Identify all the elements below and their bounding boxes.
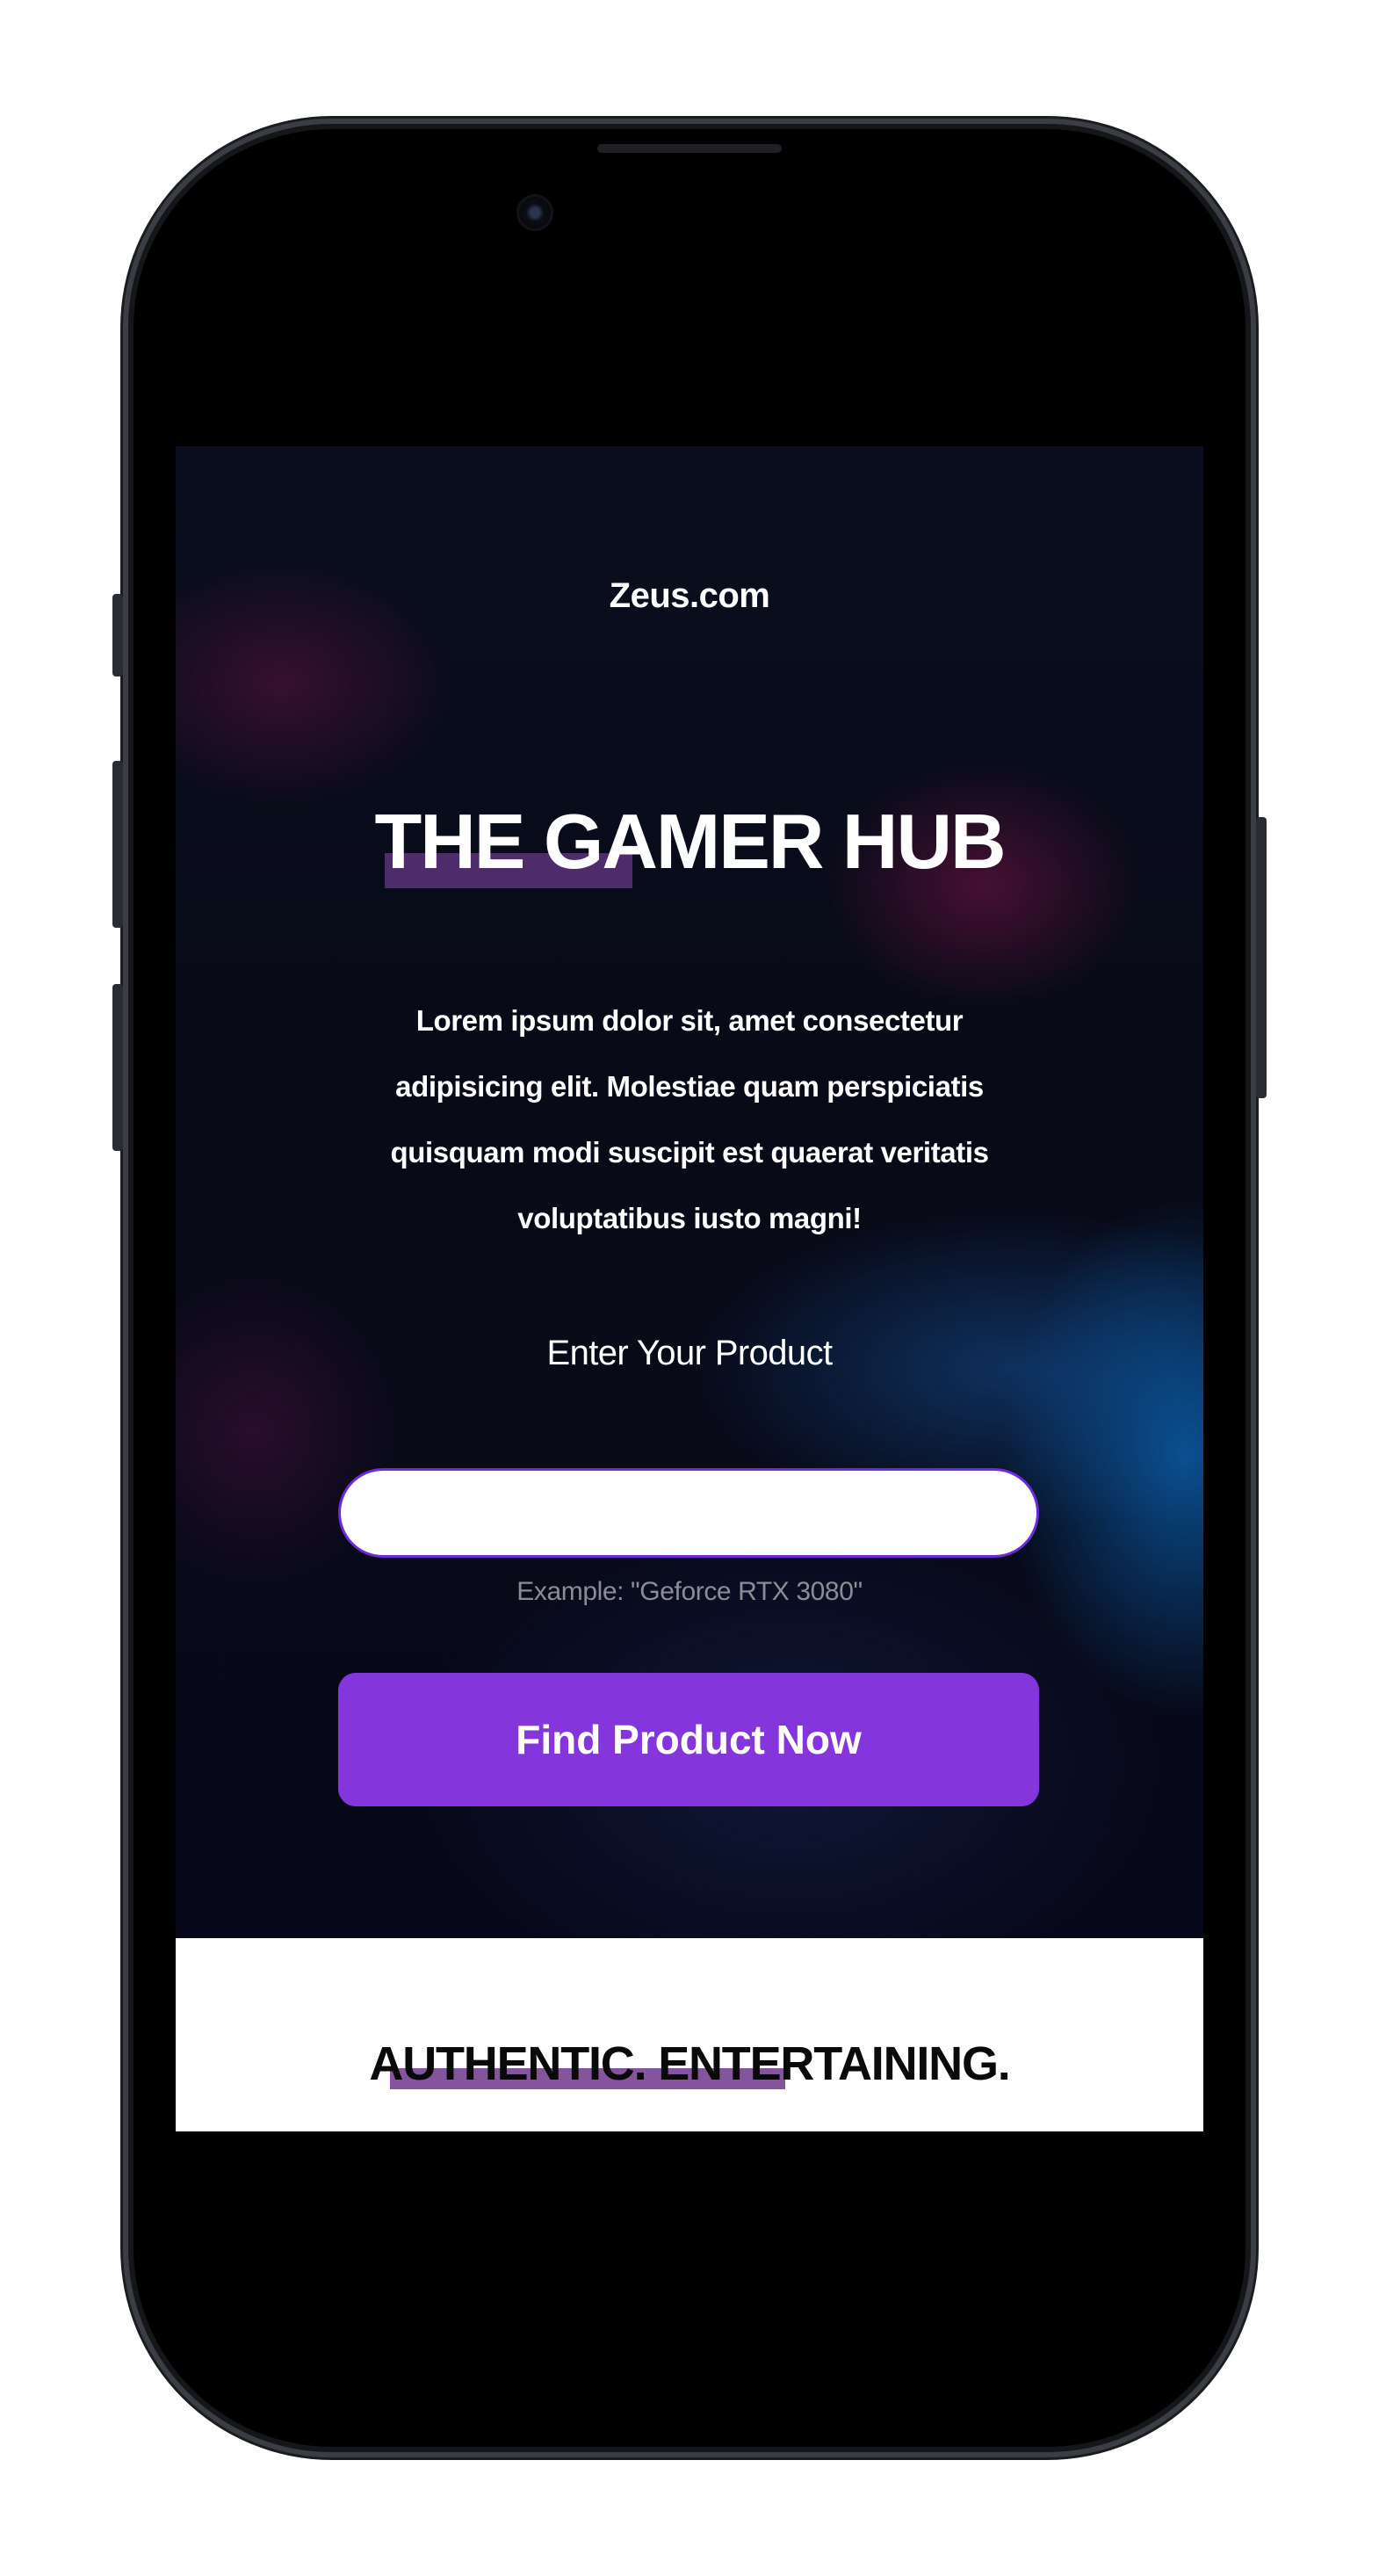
power-button [1256,817,1267,1098]
product-field-label: Enter Your Product [546,1334,834,1372]
find-product-button[interactable]: Find Product Now [338,1673,1039,1806]
hero-description: Lorem ipsum dolor sit, amet consectetur … [390,1004,989,1234]
earpiece-speaker [597,144,782,153]
tagline-section: AUTHENTIC. ENTERTAINING. [176,1938,1203,2131]
action-button [112,594,123,677]
product-search-input[interactable] [338,1468,1039,1558]
hero-section: Zeus.com THE GAMER HUB Lorem ipsum dolor… [176,446,1203,1938]
front-camera-icon [516,194,553,231]
page-title: THE GAMER HUB [374,798,1006,885]
volume-up-button [112,761,123,928]
hero-title-block: THE GAMER HUB [176,793,1203,899]
product-input-hint: Example: "Geforce RTX 3080" [516,1577,863,1606]
section-tagline: AUTHENTIC. ENTERTAINING. [369,2037,1010,2090]
brand-logo[interactable]: Zeus.com [176,576,1203,616]
screen: Zeus.com THE GAMER HUB Lorem ipsum dolor… [176,446,1203,2131]
volume-down-button [112,984,123,1151]
